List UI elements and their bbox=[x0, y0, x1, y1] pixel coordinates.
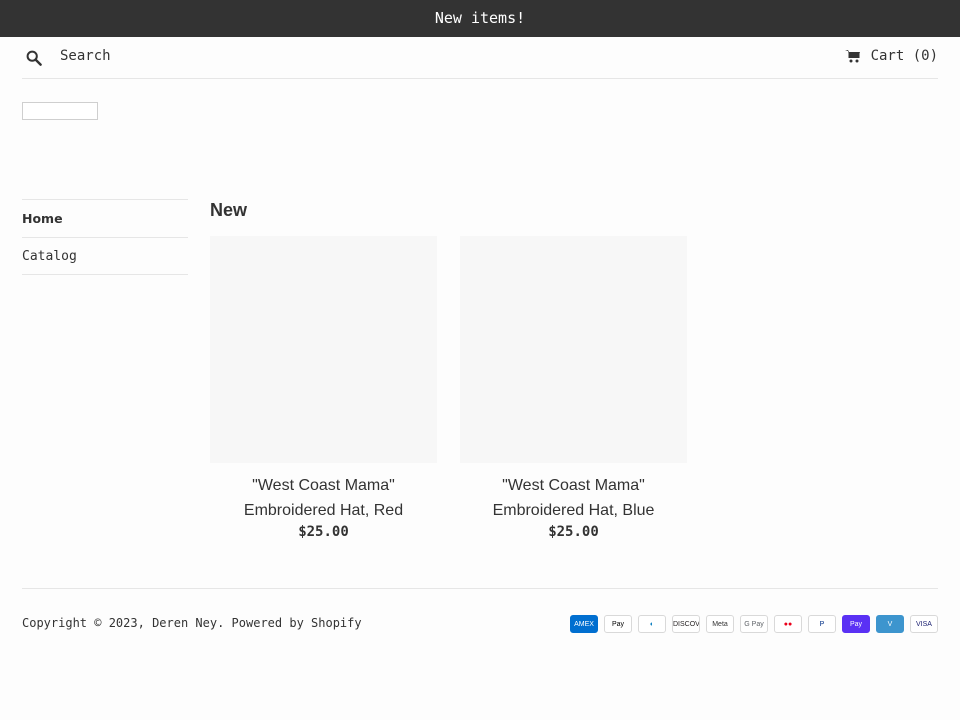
collection-title: New bbox=[210, 200, 248, 220]
discover-icon: DISCOVER bbox=[672, 615, 700, 633]
footer-divider bbox=[22, 588, 938, 589]
cart-label: Cart (0) bbox=[870, 48, 938, 64]
product-title[interactable]: "West Coast Mama" Embroidered Hat, Red bbox=[210, 473, 437, 523]
sidebar-item-catalog[interactable]: Catalog bbox=[22, 237, 188, 275]
product-price: $25.00 bbox=[548, 524, 599, 540]
product-title[interactable]: "West Coast Mama" Embroidered Hat, Blue bbox=[460, 473, 687, 523]
product-image[interactable] bbox=[210, 236, 437, 463]
store-name-link[interactable]: Deren Ney bbox=[152, 616, 217, 630]
paypal-icon: P bbox=[808, 615, 836, 633]
google-pay-icon: G Pay bbox=[740, 615, 768, 633]
payment-icons: AMEX Pay ◐ DISCOVER Meta G Pay ●● P Pay V VISA bbox=[570, 615, 938, 633]
announcement-text: New items! bbox=[434, 9, 526, 27]
product-price: $25.00 bbox=[298, 524, 349, 540]
product-title-line: Embroidered Hat, Blue bbox=[492, 502, 655, 519]
product-title-line: "West Coast Mama" bbox=[252, 477, 395, 494]
sidebar-item-home[interactable]: Home bbox=[22, 199, 188, 237]
amex-icon: AMEX bbox=[570, 615, 598, 633]
shop-pay-icon: Pay bbox=[842, 615, 870, 633]
venmo-icon: V bbox=[876, 615, 904, 633]
cart-link[interactable]: Cart (0) bbox=[844, 48, 938, 64]
product-title-line: Embroidered Hat, Red bbox=[243, 502, 404, 519]
search-icon[interactable] bbox=[26, 50, 42, 66]
product-card[interactable]: "West Coast Mama" Embroidered Hat, Red $… bbox=[210, 236, 437, 540]
site-header: Cart (0) bbox=[22, 37, 938, 79]
sidebar-nav: Home Catalog bbox=[22, 199, 188, 275]
apple-pay-icon: Pay bbox=[604, 615, 632, 633]
search-input[interactable] bbox=[60, 45, 360, 67]
store-logo[interactable] bbox=[22, 102, 98, 120]
announcement-bar: New items! bbox=[0, 0, 960, 37]
mastercard-icon: ●● bbox=[774, 615, 802, 633]
powered-by-link[interactable]: Powered by Shopify bbox=[232, 616, 362, 630]
visa-icon: VISA bbox=[910, 615, 938, 633]
product-image[interactable] bbox=[460, 236, 687, 463]
copyright-prefix: Copyright © 2023, bbox=[22, 616, 145, 630]
diners-club-icon: ◐ bbox=[638, 615, 666, 633]
product-card[interactable]: "West Coast Mama" Embroidered Hat, Blue … bbox=[460, 236, 687, 540]
cart-icon bbox=[844, 50, 860, 63]
product-title-line: "West Coast Mama" bbox=[502, 477, 645, 494]
meta-pay-icon: Meta bbox=[706, 615, 734, 633]
copyright: Copyright © 2023, Deren Ney. Powered by … bbox=[22, 616, 362, 630]
